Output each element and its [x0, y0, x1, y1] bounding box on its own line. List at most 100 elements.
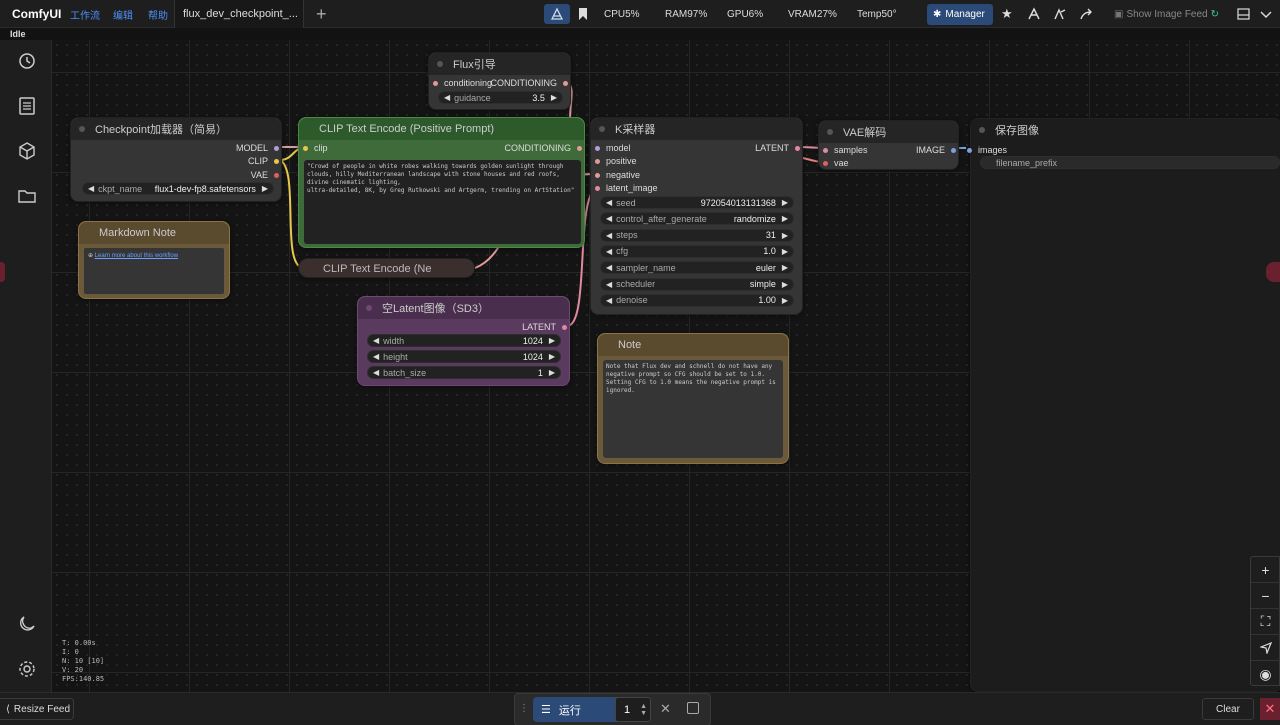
- share-model-icon[interactable]: [1053, 0, 1067, 28]
- note-textarea[interactable]: Note that Flux dev and schnell do not ha…: [603, 360, 783, 458]
- settings-gear-icon[interactable]: [16, 658, 38, 680]
- drag-handle-icon[interactable]: ⋮: [519, 703, 529, 714]
- filename-prefix-widget[interactable]: filename_prefix: [980, 156, 1280, 169]
- resize-feed-button[interactable]: ⟨ Resize Feed: [0, 698, 74, 720]
- model-library-icon[interactable]: [16, 140, 38, 162]
- ksampler-widget-control-after-generate[interactable]: ◀ control_after_generate randomize ▶: [600, 212, 794, 226]
- ksampler-input-negative[interactable]: negative: [595, 169, 640, 181]
- positive-prompt-textarea[interactable]: "Crowd of people in white robes walking …: [304, 160, 581, 244]
- ksampler-input-model[interactable]: model: [595, 142, 631, 154]
- ksampler-widget-sampler-name[interactable]: ◀ sampler_name euler ▶: [600, 261, 794, 275]
- ksampler-node[interactable]: K采样器 model positive negative latent_imag…: [590, 117, 803, 315]
- latent-widget-width[interactable]: ◀ width 1024 ▶: [367, 334, 561, 347]
- increment-arrow-icon[interactable]: ▶: [549, 368, 555, 377]
- increment-arrow-icon[interactable]: ▶: [782, 198, 788, 207]
- decrement-arrow-icon[interactable]: ◀: [606, 198, 612, 207]
- menu-workflow[interactable]: 工作流: [70, 0, 100, 28]
- checkpoint-output-model[interactable]: MODEL: [236, 142, 279, 154]
- vae-decode-title[interactable]: VAE解码: [819, 121, 958, 143]
- learn-more-link[interactable]: Learn more about this workflow: [95, 253, 178, 259]
- manager-button[interactable]: ✱ Manager: [927, 4, 993, 25]
- empty-latent-node[interactable]: 空Latent图像（SD3） LATENT ◀ width 1024 ▶ ◀ height…: [357, 296, 570, 386]
- close-feed-icon[interactable]: ✕: [1260, 698, 1280, 720]
- flux-guidance-output-conditioning[interactable]: CONDITIONING: [491, 77, 568, 89]
- guidance-widget[interactable]: ◀ guidance 3.5 ▶: [438, 91, 563, 104]
- flux-guidance-input-conditioning[interactable]: conditioning: [433, 77, 492, 89]
- increment-arrow-icon[interactable]: ▶: [549, 336, 555, 345]
- decrement-arrow-icon[interactable]: ◀: [373, 336, 379, 345]
- increment-arrow-icon[interactable]: ▶: [782, 280, 788, 289]
- decrement-arrow-icon[interactable]: ◀: [444, 93, 450, 102]
- theme-moon-icon[interactable]: [16, 613, 38, 635]
- history-icon[interactable]: [16, 50, 38, 72]
- stepper-icon[interactable]: ▲ ▼: [640, 703, 647, 717]
- share-icon[interactable]: [1080, 0, 1094, 28]
- increment-arrow-icon[interactable]: ▶: [782, 263, 788, 272]
- run-button[interactable]: ☰ 运行 ⌄: [533, 697, 628, 722]
- clip-positive-title[interactable]: CLIP Text Encode (Positive Prompt): [299, 118, 584, 140]
- batch-count-input[interactable]: 1 ▲ ▼: [615, 697, 651, 722]
- vae-decode-input-vae[interactable]: vae: [823, 157, 849, 169]
- checkpoint-loader-node[interactable]: Checkpoint加载器（简易） MODEL CLIP VAE ◀ ckpt_…: [70, 117, 282, 202]
- menu-help[interactable]: 帮助: [148, 0, 168, 28]
- note-node[interactable]: Note Note that Flux dev and schnell do n…: [597, 333, 789, 464]
- decrement-arrow-icon[interactable]: ◀: [373, 352, 379, 361]
- ksampler-title[interactable]: K采样器: [591, 118, 802, 140]
- stop-icon[interactable]: [687, 702, 699, 714]
- empty-latent-title[interactable]: 空Latent图像（SD3）: [358, 297, 569, 319]
- clear-button[interactable]: Clear: [1202, 698, 1254, 720]
- increment-arrow-icon[interactable]: ▶: [782, 214, 788, 223]
- navigate-icon[interactable]: [1251, 635, 1280, 661]
- decrement-arrow-icon[interactable]: ◀: [373, 368, 379, 377]
- flux-guidance-title[interactable]: Flux引导: [429, 53, 570, 75]
- decrement-arrow-icon[interactable]: ◀: [606, 263, 612, 272]
- increment-arrow-icon[interactable]: ▶: [782, 296, 788, 305]
- ksampler-widget-scheduler[interactable]: ◀ scheduler simple ▶: [600, 277, 794, 291]
- vae-decode-node[interactable]: VAE解码 samples vae IMAGE: [818, 120, 959, 170]
- star-icon[interactable]: ★: [1001, 0, 1013, 28]
- decrement-arrow-icon[interactable]: ◀: [606, 296, 612, 305]
- increment-arrow-icon[interactable]: ▶: [782, 247, 788, 256]
- flux-guidance-node[interactable]: Flux引导 conditioning CONDITIONING ◀ guida…: [428, 52, 571, 110]
- ksampler-widget-seed[interactable]: ◀ seed 972054013131368 ▶: [600, 196, 794, 209]
- increment-arrow-icon[interactable]: ▶: [262, 184, 268, 193]
- workflow-tab[interactable]: flux_dev_checkpoint_...: [174, 0, 304, 28]
- ksampler-widget-denoise[interactable]: ◀ denoise 1.00 ▶: [600, 293, 794, 307]
- decrement-arrow-icon[interactable]: ◀: [606, 280, 612, 289]
- markdown-note-node[interactable]: Markdown Note ⊕ Learn more about this wo…: [78, 221, 230, 299]
- ckpt-name-widget[interactable]: ◀ ckpt_name flux1-dev-fp8.safetensors ▶: [82, 182, 274, 195]
- folder-icon[interactable]: [16, 185, 38, 207]
- zoom-out-icon[interactable]: −: [1251, 583, 1280, 609]
- zoom-in-icon[interactable]: +: [1251, 557, 1280, 583]
- add-tab-button[interactable]: +: [316, 0, 327, 28]
- ksampler-input-positive[interactable]: positive: [595, 155, 637, 167]
- increment-arrow-icon[interactable]: ▶: [551, 93, 557, 102]
- note-title[interactable]: Note: [598, 334, 788, 356]
- clip-text-encode-negative-node[interactable]: CLIP Text Encode (Ne: [298, 258, 475, 278]
- collapse-icon[interactable]: [1260, 0, 1272, 28]
- clip-text-encode-positive-node[interactable]: CLIP Text Encode (Positive Prompt) clip …: [298, 117, 585, 248]
- latent-widget-height[interactable]: ◀ height 1024 ▶: [367, 350, 561, 363]
- checkpoint-output-vae[interactable]: VAE: [251, 169, 279, 181]
- increment-arrow-icon[interactable]: ▶: [782, 231, 788, 240]
- model-icon[interactable]: [1027, 0, 1041, 28]
- decrement-arrow-icon[interactable]: ◀: [88, 184, 94, 193]
- save-image-title[interactable]: 保存图像: [971, 119, 1280, 141]
- ksampler-widget-steps[interactable]: ◀ steps 31 ▶: [600, 228, 794, 242]
- queue-toggle-icon[interactable]: [544, 4, 570, 24]
- save-image-node[interactable]: 保存图像 images filename_prefix: [967, 118, 1280, 692]
- left-edge-tab[interactable]: [0, 262, 5, 282]
- ksampler-widget-cfg[interactable]: ◀ cfg 1.0 ▶: [600, 244, 794, 258]
- ksampler-input-latent[interactable]: latent_image: [595, 182, 658, 194]
- decrement-arrow-icon[interactable]: ◀: [606, 231, 612, 240]
- latent-widget-batch-size[interactable]: ◀ batch_size 1 ▶: [367, 366, 561, 379]
- increment-arrow-icon[interactable]: ▶: [549, 352, 555, 361]
- checkpoint-output-clip[interactable]: CLIP: [248, 155, 279, 167]
- markdown-note-title[interactable]: Markdown Note: [79, 222, 229, 244]
- panel-toggle-icon[interactable]: [1237, 0, 1250, 28]
- decrement-arrow-icon[interactable]: ◀: [606, 214, 612, 223]
- fit-view-icon[interactable]: ⛶: [1251, 609, 1280, 635]
- bookmark-icon[interactable]: [578, 0, 588, 28]
- cancel-icon[interactable]: ✕: [660, 701, 671, 717]
- eye-icon[interactable]: ◉: [1251, 661, 1280, 687]
